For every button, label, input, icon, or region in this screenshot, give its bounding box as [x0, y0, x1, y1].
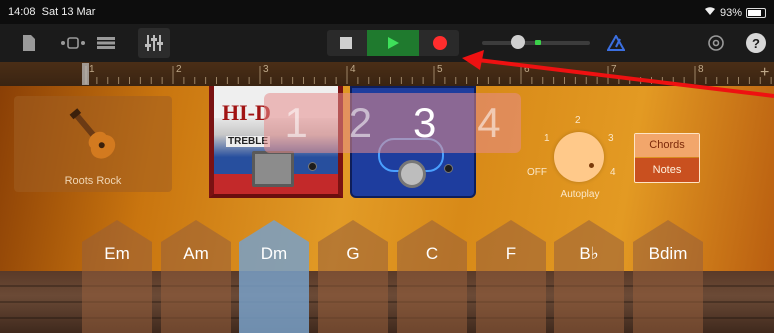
pedal-footswitch[interactable]	[398, 160, 426, 188]
ruler-bar-number: 4	[350, 64, 356, 75]
inversion-3[interactable]: 3	[413, 99, 436, 147]
help-icon[interactable]: ?	[746, 33, 766, 53]
instrument-name: Roots Rock	[64, 175, 122, 187]
pedal-led	[444, 164, 453, 173]
add-section-icon[interactable]: +	[760, 64, 769, 82]
autoplay-knob[interactable]	[554, 132, 604, 182]
chords-notes-toggle: Chords Notes	[634, 133, 700, 183]
wifi-icon	[704, 6, 716, 19]
mixer-icon[interactable]	[138, 28, 170, 58]
chord-label: Am	[183, 244, 209, 263]
transport-controls	[327, 30, 459, 56]
toolbar: ?	[0, 24, 774, 62]
ruler-bar-number: 6	[524, 64, 530, 75]
ruler-bar-number: 7	[611, 64, 617, 75]
chord-label: B♭	[579, 244, 599, 263]
tracks-icon[interactable]	[95, 31, 117, 55]
document-icon[interactable]	[18, 31, 40, 55]
autoplay-label-1: 1	[544, 133, 550, 144]
chord-strip-bdim[interactable]: Bdim	[633, 220, 703, 333]
chord-label: F	[505, 244, 517, 263]
chord-strip-f[interactable]: F	[476, 220, 546, 333]
battery-icon	[746, 7, 766, 18]
autoplay-title: Autoplay	[560, 189, 600, 200]
play-icon	[388, 37, 399, 49]
battery-percent: 93%	[719, 6, 742, 19]
ruler-labels: 1 2 3 4 5 6 7 8	[0, 62, 774, 86]
chord-label: Em	[104, 244, 130, 263]
ruler-bar-number: 3	[263, 64, 269, 75]
chord-strip-bflat[interactable]: B♭	[554, 220, 624, 333]
chord-strip-dm[interactable]: Dm	[239, 220, 309, 333]
help-label: ?	[752, 35, 760, 51]
record-icon	[433, 36, 447, 50]
inversion-2[interactable]: 2	[349, 99, 372, 147]
timeline-ruler[interactable]: 1 2 3 4 5 6 7 8 +	[0, 62, 774, 87]
chord-label: Bdim	[648, 244, 688, 263]
autoplay-label-off: OFF	[527, 167, 547, 178]
guitar-icon	[69, 108, 116, 159]
chord-label: G	[346, 244, 360, 263]
autoplay-label-2: 2	[575, 115, 581, 126]
pedal-footswitch[interactable]	[252, 151, 294, 187]
instrument-selector[interactable]: Roots Rock	[14, 96, 172, 192]
notes-mode-button[interactable]: Notes	[635, 158, 699, 182]
status-bar: 14:08 Sat 13 Mar 93%	[0, 0, 774, 24]
inversion-selector[interactable]: 1 2 3 4	[264, 93, 521, 153]
pedal-led	[308, 162, 317, 171]
record-button[interactable]	[421, 30, 459, 56]
stop-button[interactable]	[327, 30, 365, 56]
volume-knob[interactable]	[511, 35, 525, 49]
chord-label: Dm	[260, 244, 288, 263]
status-indicators: 93%	[704, 6, 766, 19]
ruler-bar-number: 5	[437, 64, 443, 75]
autoplay-label-3: 3	[608, 133, 614, 144]
ruler-bar-number: 1	[89, 64, 95, 75]
autoplay-label-4: 4	[610, 167, 616, 178]
metronome-icon[interactable]	[604, 31, 628, 55]
inversion-4[interactable]: 4	[477, 99, 500, 147]
play-button[interactable]	[367, 30, 419, 56]
chord-strip-em[interactable]: Em	[82, 220, 152, 333]
chord-strip-am[interactable]: Am	[161, 220, 231, 333]
chord-label: C	[425, 244, 439, 263]
view-toggle-icon[interactable]	[60, 31, 86, 55]
stop-icon	[340, 37, 352, 49]
chord-strip-c[interactable]: C	[397, 220, 467, 333]
inversion-1[interactable]: 1	[284, 99, 307, 147]
ruler-bar-number: 8	[698, 64, 704, 75]
playhead[interactable]	[82, 63, 89, 85]
chords-mode-button[interactable]: Chords	[635, 134, 699, 157]
autoplay-control: 2 1 3 OFF 4 Autoplay	[527, 112, 635, 202]
settings-icon[interactable]	[704, 31, 728, 55]
ruler-bar-number: 2	[176, 64, 182, 75]
chord-strip-g[interactable]: G	[318, 220, 388, 333]
level-meter	[535, 40, 541, 45]
status-time: 14:08 Sat 13 Mar	[8, 6, 96, 18]
